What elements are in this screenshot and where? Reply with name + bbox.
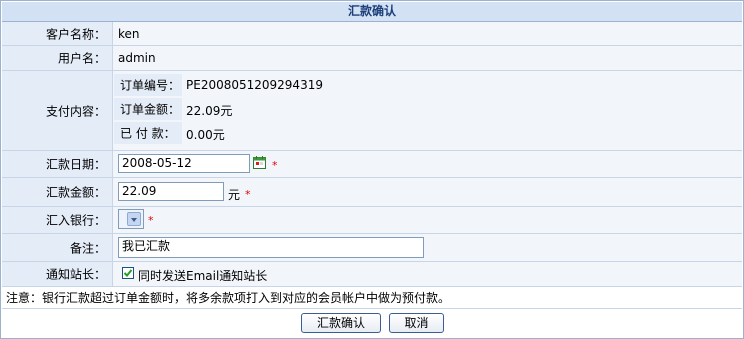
panel-title: 汇款确认 bbox=[2, 2, 742, 22]
remit-amount-label: 汇款金额： bbox=[45, 185, 106, 200]
remittance-confirm-panel: 汇款确认 客户名称： ken 用户名： admin 支付内容： 订单编号： PE… bbox=[0, 0, 744, 339]
remark-input[interactable]: 我已汇款 bbox=[118, 237, 424, 258]
notify-label: 通知站长： bbox=[45, 267, 106, 282]
customer-value: ken bbox=[118, 26, 140, 41]
row-remit-date: 汇款日期： bbox=[2, 151, 742, 178]
row-payment-content: 支付内容： 订单编号： PE2008051209294319 订单金额： 22.… bbox=[2, 71, 742, 151]
remit-amount-required: * bbox=[245, 188, 251, 201]
row-remit-amount: 汇款金额： bbox=[2, 178, 742, 207]
username-value: admin bbox=[118, 51, 156, 65]
calendar-icon[interactable] bbox=[253, 156, 266, 169]
notify-email-checkbox[interactable] bbox=[122, 267, 134, 279]
order-no-label: 订单编号： bbox=[120, 78, 181, 93]
row-username: 用户名： admin bbox=[2, 46, 742, 71]
remit-note: 注意：银行汇款超过订单金额时，将多余款项打入到对应的会员帐户中做为预付款。 bbox=[6, 291, 451, 305]
remit-date-input[interactable]: 2008-05-12 bbox=[118, 154, 250, 173]
bank-required: * bbox=[148, 214, 154, 227]
order-amount-label: 订单金额： bbox=[120, 102, 181, 117]
cancel-button[interactable]: 取消 bbox=[389, 313, 444, 333]
remit-amount-unit: 元 bbox=[228, 188, 241, 202]
bank-select[interactable] bbox=[118, 209, 144, 229]
customer-label: 客户名称： bbox=[45, 27, 106, 41]
remit-date-label: 汇款日期： bbox=[45, 157, 106, 172]
remit-amount-input[interactable]: 22.09 bbox=[118, 182, 224, 201]
remit-date-required: * bbox=[272, 159, 278, 172]
confirm-remit-button[interactable]: 汇款确认 bbox=[301, 313, 381, 333]
divider bbox=[2, 308, 742, 309]
row-bank: 汇入银行： bbox=[2, 207, 742, 234]
bank-label: 汇入银行： bbox=[45, 213, 106, 228]
payment-content-label: 支付内容： bbox=[45, 104, 106, 118]
remark-label: 备注： bbox=[69, 241, 106, 255]
paid-label: 已 付 款： bbox=[120, 126, 176, 141]
notify-email-checkbox-label[interactable]: 同时发送Email通知站长 bbox=[138, 267, 267, 284]
order-no-value: PE2008051209294319 bbox=[186, 78, 323, 92]
paid-value: 0.00元 bbox=[186, 128, 225, 142]
row-notify: 通知站长： bbox=[2, 262, 742, 287]
row-customer: 客户名称： ken bbox=[2, 22, 742, 46]
checkmark-icon bbox=[123, 269, 133, 277]
username-label: 用户名： bbox=[57, 51, 106, 66]
order-amount-value: 22.09元 bbox=[186, 104, 233, 118]
chevron-down-icon bbox=[127, 212, 141, 226]
